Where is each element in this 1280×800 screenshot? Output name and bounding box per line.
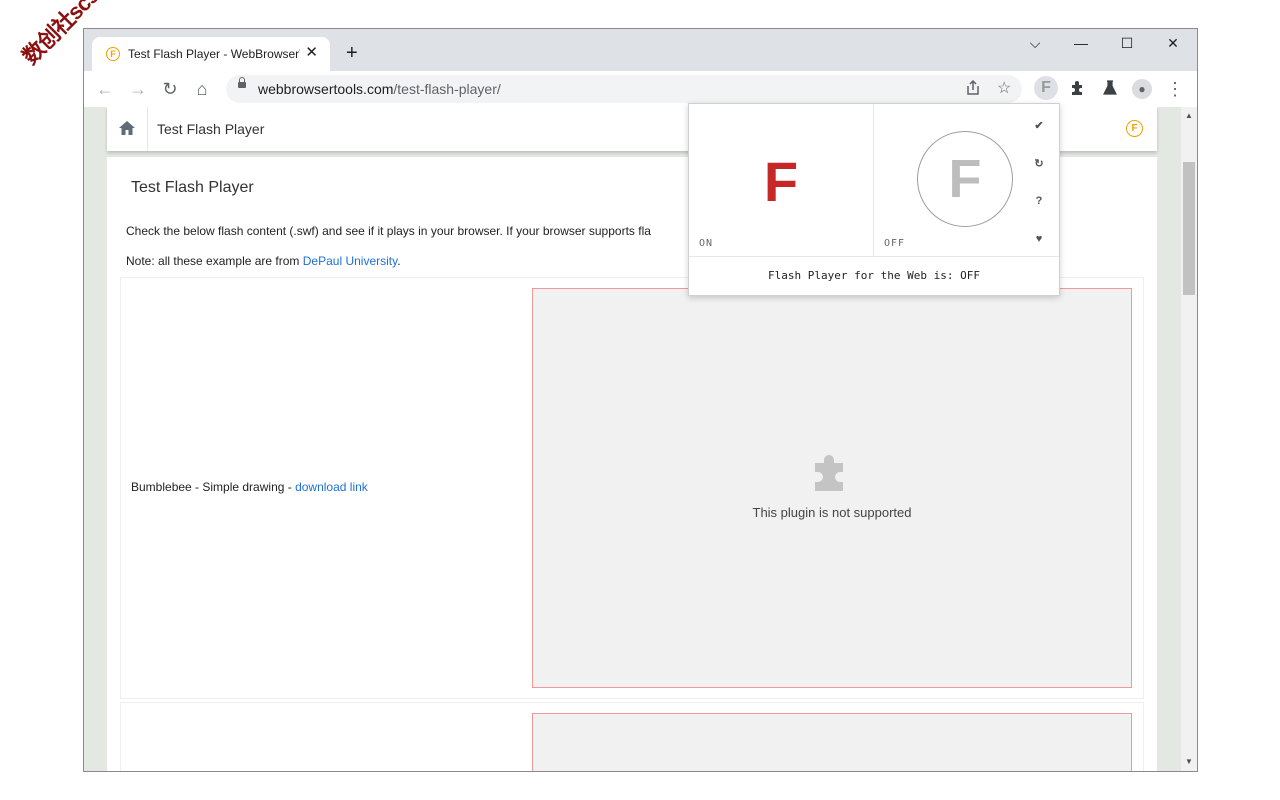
close-window-button[interactable]: ✕ — [1158, 35, 1188, 52]
minimize-button[interactable]: — — [1066, 35, 1096, 51]
tab-search-dropdown-icon[interactable]: ⌵ — [1020, 35, 1050, 52]
forward-button[interactable]: → — [127, 79, 149, 99]
url-path: /test-flash-player/ — [393, 81, 501, 97]
help-icon[interactable]: ? — [1025, 195, 1053, 207]
flash-off-logo: F — [948, 149, 982, 209]
site-header-title: Test Flash Player — [157, 121, 265, 137]
example-label: Bumblebee - Simple drawing - download li… — [131, 480, 368, 494]
flash-plugin-placeholder[interactable] — [532, 713, 1132, 771]
scroll-down-arrow-icon[interactable]: ▼ — [1185, 757, 1193, 766]
share-icon[interactable] — [964, 79, 982, 103]
example-title: Bumblebee - Simple drawing - — [131, 480, 296, 494]
tab-title: Test Flash Player - WebBrowserTools — [128, 47, 300, 61]
home-button[interactable]: ⌂ — [191, 79, 213, 99]
scroll-thumb[interactable] — [1183, 162, 1195, 295]
flash-plugin-placeholder[interactable]: This plugin is not supported — [532, 288, 1132, 688]
browser-toolbar: ← → ↻ ⌂ webbrowsertools.com/test-flash-p… — [84, 71, 1197, 107]
new-tab-button[interactable]: + — [346, 43, 358, 63]
flash-extension-button[interactable]: F — [1034, 76, 1058, 100]
url-text[interactable]: webbrowsertools.com/test-flash-player/ — [258, 81, 501, 97]
depaul-university-link[interactable]: DePaul University — [303, 254, 397, 268]
flash-off-circle: F — [917, 131, 1013, 227]
tab-bar: F Test Flash Player - WebBrowserTools ✕ … — [84, 29, 1197, 71]
page-title: Test Flash Player — [131, 179, 254, 196]
flash-status-text: Flash Player for the Web is: OFF — [689, 256, 1059, 295]
home-icon — [119, 121, 135, 135]
address-bar[interactable]: webbrowsertools.com/test-flash-player/ ☆ — [226, 75, 1022, 103]
tab-test-flash-player[interactable]: F Test Flash Player - WebBrowserTools ✕ — [92, 37, 330, 71]
labs-flask-icon[interactable] — [1101, 79, 1119, 103]
back-button[interactable]: ← — [94, 79, 116, 99]
popup-side-icons: ✔ ↻ ? ♥ — [1025, 104, 1053, 256]
description-text: Check the below flash content (.swf) and… — [126, 224, 651, 238]
extensions-puzzle-icon[interactable] — [1069, 79, 1087, 103]
flash-on-logo: F — [763, 150, 799, 213]
reload-button[interactable]: ↻ — [159, 79, 181, 99]
bookmark-star-icon[interactable]: ☆ — [997, 79, 1011, 99]
note-text: Note: all these example are from DePaul … — [126, 254, 401, 268]
example-row: Bumblebee - Simple drawing - download li… — [120, 277, 1144, 699]
site-home-button[interactable] — [107, 107, 148, 151]
site-flash-logo-icon[interactable]: F — [1126, 120, 1143, 137]
download-link[interactable]: download link — [295, 480, 368, 494]
heart-icon[interactable]: ♥ — [1025, 233, 1053, 245]
close-tab-icon[interactable]: ✕ — [305, 44, 318, 62]
flash-off-option[interactable]: F OFF — [874, 104, 1022, 256]
check-icon[interactable]: ✔ — [1025, 119, 1053, 132]
scroll-up-arrow-icon[interactable]: ▲ — [1185, 111, 1193, 120]
flash-favicon-icon: F — [106, 47, 120, 61]
url-host: webbrowsertools.com — [258, 81, 394, 97]
lock-icon[interactable] — [238, 77, 246, 88]
note-prefix: Note: all these example are from — [126, 254, 303, 268]
plugin-not-supported-message: This plugin is not supported — [752, 505, 912, 520]
maximize-button[interactable]: ☐ — [1112, 35, 1142, 52]
profile-avatar-icon[interactable]: ● — [1132, 79, 1152, 99]
flash-extension-popup: F ON F OFF ✔ ↻ ? ♥ Flash Player for the … — [688, 103, 1060, 296]
flash-on-option[interactable]: F ON — [689, 104, 874, 256]
example-row — [120, 702, 1144, 771]
reload-icon[interactable]: ↻ — [1025, 157, 1053, 170]
on-label: ON — [699, 238, 714, 249]
plugin-puzzle-icon — [815, 455, 843, 491]
browser-menu-icon[interactable]: ⋮ — [1164, 79, 1186, 99]
off-label: OFF — [884, 238, 906, 249]
vertical-scrollbar[interactable]: ▲ ▼ — [1181, 107, 1197, 771]
note-suffix: . — [397, 254, 401, 268]
